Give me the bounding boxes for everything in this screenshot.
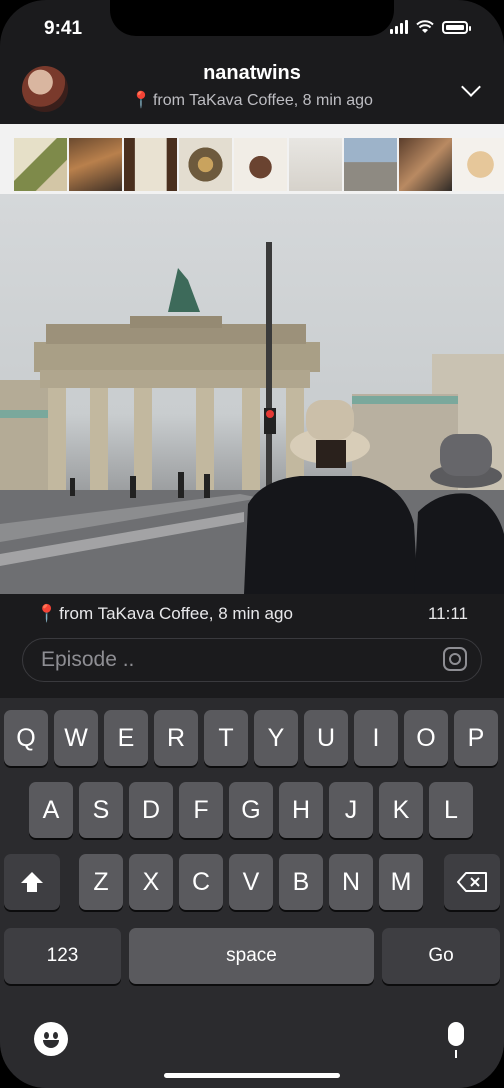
key-y[interactable]: Y <box>254 710 298 766</box>
key-r[interactable]: R <box>154 710 198 766</box>
thumbnail[interactable] <box>454 138 504 191</box>
keyboard-accessory-bar <box>0 1018 504 1062</box>
space-key[interactable]: space <box>129 928 374 984</box>
pin-icon: 📍 <box>36 604 58 623</box>
backspace-icon <box>457 872 487 892</box>
key-u[interactable]: U <box>304 710 348 766</box>
key-p[interactable]: P <box>454 710 498 766</box>
microphone-icon[interactable] <box>448 1022 464 1058</box>
backspace-key[interactable] <box>444 854 500 910</box>
thumbnail[interactable] <box>399 138 452 191</box>
key-t[interactable]: T <box>204 710 248 766</box>
key-k[interactable]: K <box>379 782 423 838</box>
thumbnail[interactable] <box>69 138 122 191</box>
shift-icon <box>21 872 43 892</box>
thumbnail[interactable] <box>14 138 67 191</box>
thumbnail[interactable] <box>124 138 177 191</box>
status-icons <box>390 20 471 34</box>
thumbnail[interactable] <box>179 138 232 191</box>
wifi-icon <box>416 20 434 33</box>
thumbnail[interactable] <box>234 138 287 191</box>
shift-key[interactable] <box>4 854 60 910</box>
key-s[interactable]: S <box>79 782 123 838</box>
pin-icon: 📍 <box>131 92 151 109</box>
thumbnail[interactable] <box>344 138 397 191</box>
key-i[interactable]: I <box>354 710 398 766</box>
post-location: 📍 from TaKava Coffee, 8 min ago <box>36 604 293 624</box>
instagram-icon[interactable] <box>443 647 467 671</box>
key-e[interactable]: E <box>104 710 148 766</box>
battery-icon <box>442 20 471 34</box>
key-w[interactable]: W <box>54 710 98 766</box>
post-header: nanatwins 📍 from TaKava Coffee, 8 min ago <box>0 56 504 124</box>
post-meta: 📍 from TaKava Coffee, 8 min ago 11:11 <box>0 602 504 628</box>
post-photo <box>0 194 504 594</box>
post-time: 11:11 <box>427 604 468 623</box>
episode-input[interactable]: Episode .. <box>22 638 482 682</box>
username[interactable]: nanatwins <box>0 62 504 85</box>
key-d[interactable]: D <box>129 782 173 838</box>
header-location: from TaKava Coffee, 8 min ago <box>152 92 373 109</box>
key-z[interactable]: Z <box>79 854 123 910</box>
home-indicator[interactable] <box>164 1073 340 1078</box>
signal-icon <box>390 20 408 34</box>
key-j[interactable]: J <box>329 782 373 838</box>
key-l[interactable]: L <box>429 782 473 838</box>
key-g[interactable]: G <box>229 782 273 838</box>
notch <box>110 0 394 36</box>
key-f[interactable]: F <box>179 782 223 838</box>
thumbnail-strip[interactable] <box>0 124 504 194</box>
go-key[interactable]: Go <box>382 928 500 984</box>
numbers-key[interactable]: 123 <box>4 928 121 984</box>
post-location-text: from TaKava Coffee, 8 min ago <box>59 604 293 623</box>
key-a[interactable]: A <box>29 782 73 838</box>
phone-screen: 9:41 nanatwins 📍 from TaKava Coffee, 8 mi… <box>0 0 504 1088</box>
key-q[interactable]: Q <box>4 710 48 766</box>
key-m[interactable]: M <box>379 854 423 910</box>
key-x[interactable]: X <box>129 854 173 910</box>
header-subtitle: 📍 from TaKava Coffee, 8 min ago <box>0 90 504 110</box>
thumbnail[interactable] <box>289 138 342 191</box>
episode-input-placeholder: Episode .. <box>41 648 135 671</box>
emoji-icon[interactable] <box>34 1022 68 1056</box>
key-n[interactable]: N <box>329 854 373 910</box>
status-time: 9:41 <box>44 18 83 39</box>
key-o[interactable]: O <box>404 710 448 766</box>
key-v[interactable]: V <box>229 854 273 910</box>
key-b[interactable]: B <box>279 854 323 910</box>
key-c[interactable]: C <box>179 854 223 910</box>
key-h[interactable]: H <box>279 782 323 838</box>
